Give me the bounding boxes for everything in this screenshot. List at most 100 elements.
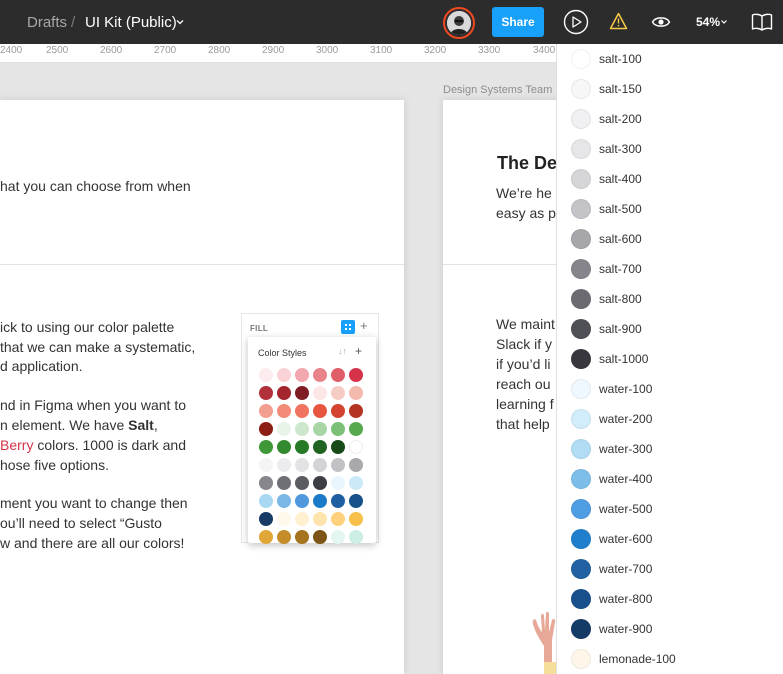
color-swatch-dot (331, 422, 345, 436)
color-swatch-dot (313, 404, 327, 418)
color-style-name: salt-150 (599, 82, 642, 96)
avatar-image (447, 11, 471, 35)
eye-icon[interactable] (651, 14, 671, 30)
top-toolbar: Drafts / UI Kit (Public) Share 54% (0, 0, 783, 44)
share-button[interactable]: Share (492, 7, 544, 37)
color-swatch (571, 439, 591, 459)
color-style-item[interactable]: lemonade-100 (557, 644, 783, 674)
color-style-item[interactable]: salt-900 (557, 314, 783, 344)
color-style-item[interactable]: salt-100 (557, 44, 783, 74)
color-swatch-dot (259, 422, 273, 436)
color-style-item[interactable]: water-300 (557, 434, 783, 464)
color-swatch-dot (277, 368, 291, 382)
color-style-name: water-700 (599, 562, 653, 576)
color-swatch-dot (295, 404, 309, 418)
color-swatch-dot (259, 386, 273, 400)
color-swatch-dot (331, 368, 345, 382)
color-style-item[interactable]: water-500 (557, 494, 783, 524)
color-style-item[interactable]: water-900 (557, 614, 783, 644)
body-text-segment: , (153, 417, 158, 433)
ruler-tick: 2600 (100, 45, 123, 56)
color-style-item[interactable]: water-600 (557, 524, 783, 554)
color-style-item[interactable]: salt-1000 (557, 344, 783, 374)
color-style-item[interactable]: salt-500 (557, 194, 783, 224)
color-style-name: salt-700 (599, 262, 642, 276)
color-swatch-dot (313, 530, 327, 544)
color-swatch-dot (277, 422, 291, 436)
section-divider (0, 264, 404, 265)
color-swatch-dot (277, 386, 291, 400)
color-style-item[interactable]: salt-700 (557, 254, 783, 284)
color-swatch (571, 169, 591, 189)
salt-bold-text: Salt (128, 417, 154, 433)
color-swatch-dot (349, 476, 363, 490)
body-text: learning f (496, 396, 554, 412)
chevron-down-icon[interactable] (175, 17, 185, 27)
color-swatch-dot (295, 458, 309, 472)
color-swatch-dot (259, 512, 273, 526)
color-style-name: salt-500 (599, 202, 642, 216)
frame-label[interactable]: Design Systems Team (443, 84, 552, 96)
body-text: easy as p (496, 205, 556, 221)
color-swatch-dot (277, 458, 291, 472)
design-canvas[interactable]: Design Systems Team hat you can choose f… (0, 63, 556, 674)
warning-icon[interactable] (609, 12, 628, 30)
ruler-tick: 2700 (154, 45, 177, 56)
color-swatch-dot (331, 440, 345, 454)
color-style-item[interactable]: salt-600 (557, 224, 783, 254)
color-swatch-dot (349, 530, 363, 544)
color-swatch-dot (349, 440, 363, 454)
color-swatch-dot (259, 530, 273, 544)
library-book-icon[interactable] (751, 13, 773, 31)
hand-illustration (532, 611, 556, 674)
color-swatch (571, 619, 591, 639)
user-avatar[interactable] (443, 7, 475, 39)
color-style-item[interactable]: salt-400 (557, 164, 783, 194)
color-style-item[interactable]: water-100 (557, 374, 783, 404)
color-swatch-dot (349, 494, 363, 508)
body-text-segment: colors. 1000 is dark and (33, 437, 186, 453)
color-style-item[interactable]: water-400 (557, 464, 783, 494)
color-style-name: water-500 (599, 502, 653, 516)
ruler-tick: 2800 (208, 45, 231, 56)
zoom-level[interactable]: 54% (696, 15, 720, 29)
color-style-item[interactable]: salt-200 (557, 104, 783, 134)
color-style-name: salt-200 (599, 112, 642, 126)
color-swatch-dot (313, 458, 327, 472)
ruler-tick: 3000 (316, 45, 339, 56)
color-style-item[interactable]: water-200 (557, 404, 783, 434)
body-text: ick to using our color palette (0, 319, 175, 335)
color-swatch-dot (349, 386, 363, 400)
color-swatch (571, 499, 591, 519)
color-style-name: salt-300 (599, 142, 642, 156)
add-style-icon: + (355, 344, 363, 358)
body-text: hose five options. (0, 457, 109, 473)
breadcrumb-drafts[interactable]: Drafts (27, 14, 67, 31)
body-text: that help (496, 416, 550, 432)
body-text: We maint (496, 316, 555, 332)
color-style-item[interactable]: water-700 (557, 554, 783, 584)
style-grid-icon (341, 320, 355, 334)
color-style-name: water-600 (599, 532, 653, 546)
color-swatch-dot (331, 512, 345, 526)
color-style-item[interactable]: salt-150 (557, 74, 783, 104)
body-text: d application. (0, 358, 83, 374)
file-name[interactable]: UI Kit (Public) (85, 14, 177, 31)
zoom-chevron-icon[interactable] (720, 18, 728, 26)
color-style-item[interactable]: water-800 (557, 584, 783, 614)
color-style-name: water-900 (599, 622, 653, 636)
color-swatch-dot (259, 476, 273, 490)
color-swatch (571, 589, 591, 609)
ruler-tick: 2500 (46, 45, 69, 56)
body-text: hat you can choose from when (0, 178, 191, 194)
color-swatch (571, 229, 591, 249)
color-style-item[interactable]: salt-300 (557, 134, 783, 164)
body-text: ou’ll need to select “Gusto (0, 515, 162, 531)
section-divider (443, 264, 556, 265)
horizontal-ruler: 2400 2500 2600 2700 2800 2900 3000 3100 … (0, 44, 556, 63)
popover-title: Color Styles (258, 348, 307, 358)
present-play-icon[interactable] (563, 9, 589, 35)
color-swatch-dot (313, 476, 327, 490)
fill-panel-illustration: FILL + Color Styles ↓↑ + (241, 313, 379, 544)
color-style-item[interactable]: salt-800 (557, 284, 783, 314)
